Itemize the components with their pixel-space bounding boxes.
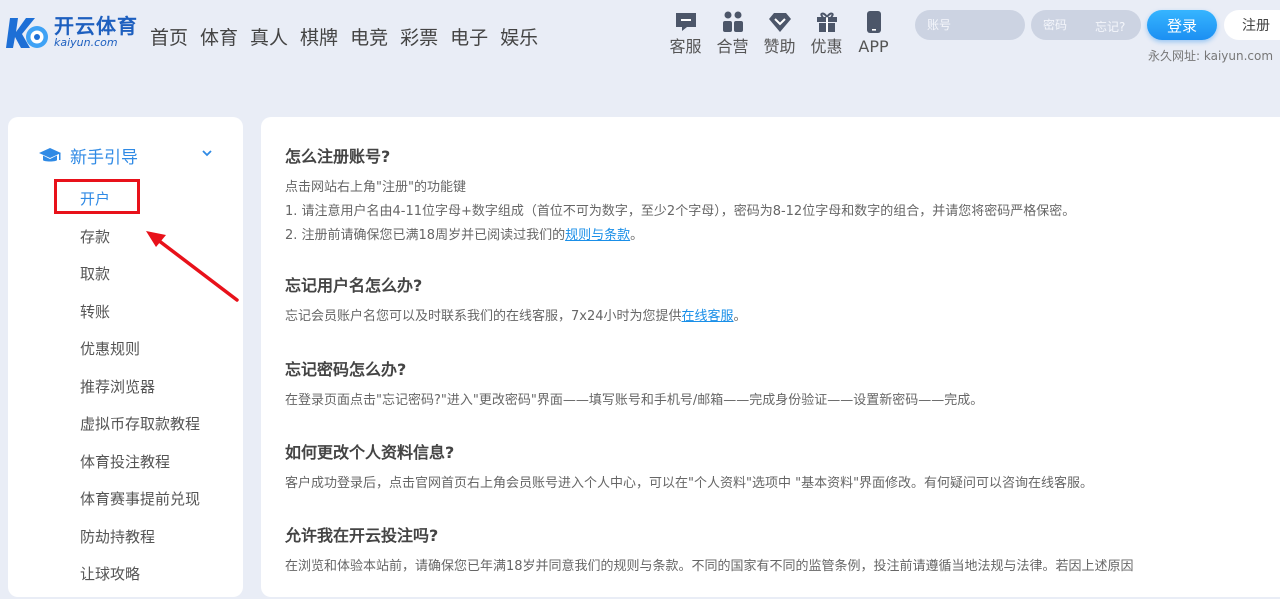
forgot-password-link[interactable]: 忘记? xyxy=(1095,18,1125,35)
faq-question: 如何更改个人资料信息? xyxy=(285,443,455,462)
faq-item: 忘记密码怎么办? 在登录页面点击"忘记密码?"进入"更改密码"界面——填写账号和… xyxy=(285,360,1280,413)
nav-live-casino[interactable]: 真人 xyxy=(250,26,288,50)
quick-link-sponsor[interactable]: 赞助 xyxy=(756,10,803,56)
sidebar-item-sports-betting[interactable]: 体育投注教程 xyxy=(80,449,200,487)
online-service-link[interactable]: 在线客服 xyxy=(682,309,734,324)
phone-icon xyxy=(866,11,881,33)
chat-icon xyxy=(675,13,696,31)
login-button[interactable]: 登录 xyxy=(1147,10,1217,40)
faq-answer: 点击网站右上角"注册"的功能键 1. 请注意用户名由4-11位字母+数字组成（首… xyxy=(285,176,1280,248)
quick-label-promo: 优惠 xyxy=(810,37,843,56)
account-input[interactable] xyxy=(915,10,1025,40)
main-nav: 首页 体育 真人 棋牌 电竞 彩票 电子 娱乐 xyxy=(150,26,550,50)
quick-label-app: APP xyxy=(858,37,889,56)
faq-answer: 客户成功登录后，点击官网首页右上角会员账号进入个人中心，可以在"个人资料"选项中… xyxy=(285,476,1094,491)
logo[interactable]: 开云体育 kaiyun.com xyxy=(6,10,138,54)
diamond-icon xyxy=(768,13,791,32)
faq-answer-line: 2. 注册前请确保您已满18周岁并已阅读过我们的规则与条款。 xyxy=(285,224,1280,248)
partner-icon xyxy=(722,11,743,32)
nav-lottery[interactable]: 彩票 xyxy=(400,26,438,50)
faq-item: 如何更改个人资料信息? 客户成功登录后，点击官网首页右上角会员账号进入个人中心，… xyxy=(285,443,1280,496)
faq-answer: 在登录页面点击"忘记密码?"进入"更改密码"界面——填写账号和手机号/邮箱——完… xyxy=(285,393,984,408)
sidebar-item-anti-hijack[interactable]: 防劫持教程 xyxy=(80,524,200,562)
nav-chess-cards[interactable]: 棋牌 xyxy=(300,26,338,50)
quick-links: 客服 合营 赞助 优惠 APP xyxy=(662,10,897,56)
permanent-url: 永久网址: kaiyun.com xyxy=(1148,49,1274,63)
faq-answer-line: 忘记会员账户名您可以及时联系我们的在线客服，7x24小时为您提供在线客服。 xyxy=(285,305,1280,329)
faq-item: 怎么注册账号? 点击网站右上角"注册"的功能键 1. 请注意用户名由4-11位字… xyxy=(285,147,1280,248)
faq-item: 允许我在开云投注吗? 在浏览和体验本站前，请确保您已年满18岁并同意我们的规则与… xyxy=(285,526,1280,579)
logo-domain: kaiyun.com xyxy=(54,36,118,49)
faq-text: 2. 注册前请确保您已满18周岁并已阅读过我们的 xyxy=(285,228,566,243)
faq-answer: 忘记会员账户名您可以及时联系我们的在线客服，7x24小时为您提供在线客服。 xyxy=(285,305,1280,329)
faq-question: 允许我在开云投注吗? xyxy=(285,526,439,545)
nav-entertainment[interactable]: 娱乐 xyxy=(500,26,538,50)
nav-slots[interactable]: 电子 xyxy=(450,26,488,50)
sidebar-section-header[interactable]: 新手引导 xyxy=(38,143,138,168)
faq-text: 。 xyxy=(733,309,747,324)
faq-text: 忘记会员账户名您可以及时联系我们的在线客服，7x24小时为您提供 xyxy=(285,309,682,324)
terms-link[interactable]: 规则与条款 xyxy=(565,228,630,243)
faq-answer: 在浏览和体验本站前，请确保您已年满18岁并同意我们的规则与条款。不同的国家有不同… xyxy=(285,559,1134,574)
quick-label-service: 客服 xyxy=(669,37,702,56)
header: 开云体育 kaiyun.com 首页 体育 真人 棋牌 电竞 彩票 电子 娱乐 … xyxy=(0,0,1280,80)
faq-question: 忘记用户名怎么办? xyxy=(285,276,423,295)
faq-question: 忘记密码怎么办? xyxy=(285,360,407,379)
quick-link-service[interactable]: 客服 xyxy=(662,10,709,56)
logo-name: 开云体育 xyxy=(54,14,138,38)
faq-item: 忘记用户名怎么办? 忘记会员账户名您可以及时联系我们的在线客服，7x24小时为您… xyxy=(285,276,1280,329)
nav-esports[interactable]: 电竞 xyxy=(350,26,388,50)
password-field: 忘记? xyxy=(1031,10,1141,40)
quick-label-sponsor: 赞助 xyxy=(763,37,796,56)
nav-sports[interactable]: 体育 xyxy=(200,26,238,50)
sidebar-item-handicap[interactable]: 让球攻略 xyxy=(80,561,200,599)
highlight-box xyxy=(54,179,140,214)
faq-panel: 怎么注册账号? 点击网站右上角"注册"的功能键 1. 请注意用户名由4-11位字… xyxy=(261,117,1280,597)
gift-icon xyxy=(816,12,837,32)
register-button[interactable]: 注册 xyxy=(1224,10,1280,40)
faq-question: 怎么注册账号? xyxy=(285,147,391,166)
sidebar-item-browser[interactable]: 推荐浏览器 xyxy=(80,374,200,412)
red-arrow-icon xyxy=(146,231,239,302)
logo-icon xyxy=(6,18,48,48)
sidebar-item-early-cashout[interactable]: 体育赛事提前兑现 xyxy=(80,486,200,524)
faq-answer-line: 1. 请注意用户名由4-11位字母+数字组成（首位不可为数字，至少2个字母），密… xyxy=(285,204,1076,219)
sidebar-title: 新手引导 xyxy=(70,148,138,168)
nav-home[interactable]: 首页 xyxy=(150,26,188,50)
quick-link-partner[interactable]: 合营 xyxy=(709,10,756,56)
quick-link-promo[interactable]: 优惠 xyxy=(803,10,850,56)
quick-link-app[interactable]: APP xyxy=(850,10,897,56)
chevron-down-icon[interactable] xyxy=(201,147,213,159)
graduation-cap-icon xyxy=(39,147,61,161)
sidebar-item-promo-rules[interactable]: 优惠规则 xyxy=(80,336,200,374)
faq-text: 。 xyxy=(630,228,644,243)
faq-answer-line: 点击网站右上角"注册"的功能键 xyxy=(285,180,466,195)
quick-label-partner: 合营 xyxy=(716,37,749,56)
sidebar-item-crypto-guide[interactable]: 虚拟币存取款教程 xyxy=(80,411,200,449)
